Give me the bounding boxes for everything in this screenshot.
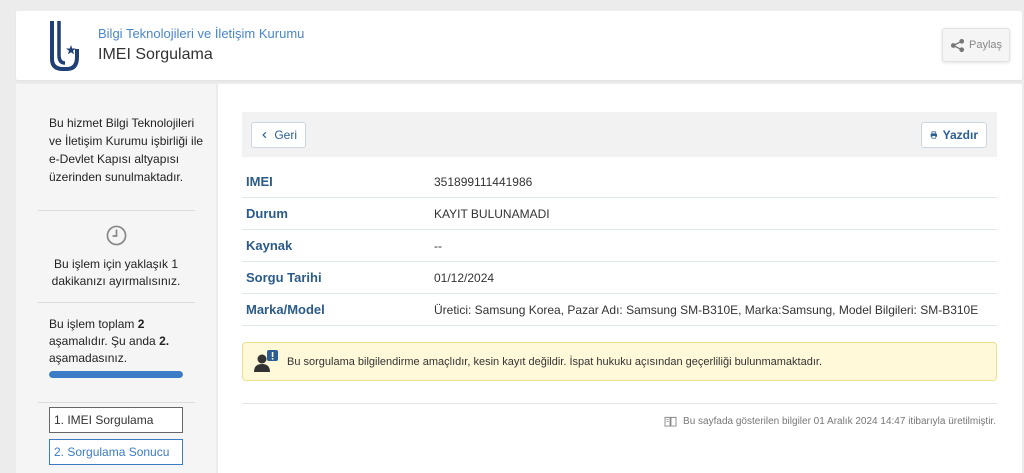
row-label: IMEI [246,174,273,189]
result-table: IMEI 351899111441986 Durum KAYIT BULUNAM… [242,166,997,326]
step-info-text: Bu işlem toplam 2 aşamalıdır. Şu anda 2.… [49,316,199,367]
table-row: IMEI 351899111441986 [242,166,997,198]
table-row: Durum KAYIT BULUNAMADI [242,198,997,230]
step-total: 2 [137,317,145,331]
row-label: Sorgu Tarihi [246,270,322,285]
btk-logo-icon [50,21,79,71]
step-imei-sorgulama[interactable]: 1. IMEI Sorgulama [49,407,183,433]
generation-note: Bu sayfada gösterilen bilgiler 01 Aralık… [660,416,996,427]
row-value: KAYIT BULUNAMADI [434,206,550,221]
step-current: 2. [159,334,170,348]
step-info-suffix: aşamadasınız. [49,351,128,365]
estimated-time-text: Bu işlem için yaklaşık 1 dakikanızı ayır… [51,257,181,288]
clock-icon [106,225,127,246]
row-value: 351899111441986 [434,174,533,189]
sidebar-divider [38,210,195,211]
generation-note-text: Bu sayfada gösterilen bilgiler 01 Aralık… [683,416,996,427]
step-info-prefix: Bu işlem toplam [49,317,138,331]
chevron-left-icon [262,131,267,139]
sidebar-divider [38,402,195,403]
toolbar: Geri Yazdır [242,112,997,157]
table-row: Sorgu Tarihi 01/12/2024 [242,262,997,294]
row-value: 01/12/2024 [434,270,495,285]
disclaimer-text: Bu sorgulama bilgilendirme amaçlıdır, ke… [287,355,822,368]
main-content: Geri Yazdır IMEI 351899111441986 Durum K… [218,84,1022,473]
row-label: Kaynak [246,238,293,253]
sidebar: Bu hizmet Bilgi Teknolojileri ve İletişi… [16,84,216,473]
progress-fill [49,371,183,378]
page-title: IMEI Sorgulama [98,46,213,63]
print-button[interactable]: Yazdır [921,122,987,148]
row-label: Durum [246,206,288,221]
footer-divider [242,403,997,404]
sidebar-divider [38,302,195,303]
share-label: Paylaş [968,39,1003,51]
book-icon [664,416,677,427]
service-intro-text: Bu hizmet Bilgi Teknolojileri ve İletişi… [49,116,204,184]
row-value: Üretici: Samsung Korea, Pazar Adı: Samsu… [434,302,979,317]
table-row: Marka/Model Üretici: Samsung Korea, Paza… [242,294,997,326]
step-sorgulama-sonucu[interactable]: 2. Sorgulama Sonucu [49,439,183,465]
back-label: Geri [274,128,297,142]
print-label: Yazdır [942,128,978,142]
organization-name: Bilgi Teknolojileri ve İletişim Kurumu [98,26,305,41]
row-value: -- [434,238,442,253]
row-label: Marka/Model [246,302,325,317]
printer-icon [930,131,938,139]
user-warning-icon [254,350,278,372]
share-button[interactable]: Paylaş [942,28,1010,62]
page-header: Bilgi Teknolojileri ve İletişim Kurumu I… [16,11,1022,80]
share-icon [950,38,965,52]
disclaimer-alert: Bu sorgulama bilgilendirme amaçlıdır, ke… [242,342,997,381]
progress-bar [49,371,183,378]
table-row: Kaynak -- [242,230,997,262]
step-info-middle: aşamalıdır. Şu anda [49,334,160,348]
back-button[interactable]: Geri [251,122,306,148]
